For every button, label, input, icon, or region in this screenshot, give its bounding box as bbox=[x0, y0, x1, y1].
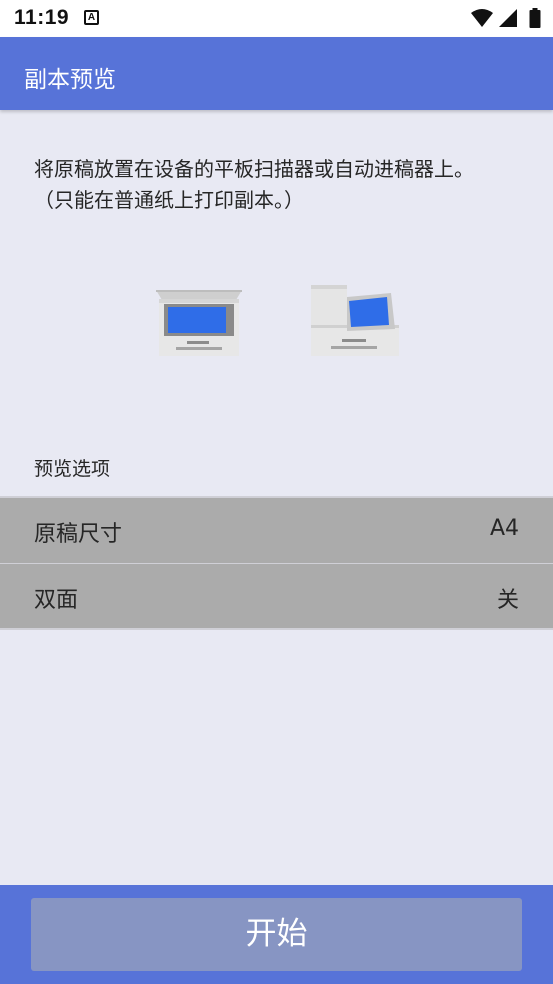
instructions: 将原稿放置在设备的平板扫描器或自动进稿器上。 （只能在普通纸上打印副本。） bbox=[34, 154, 524, 216]
instructions-line-2: （只能在普通纸上打印副本。） bbox=[34, 188, 304, 212]
bottom-bar: 开始 bbox=[0, 885, 553, 984]
divider bbox=[0, 628, 553, 630]
status-bar: 11:19 A bbox=[0, 0, 553, 37]
preview-options-label: 预览选项 bbox=[34, 458, 111, 480]
cellular-signal-icon bbox=[499, 9, 517, 27]
flatbed-scanner-icon bbox=[156, 290, 242, 356]
duplex-value: 关 bbox=[496, 588, 519, 613]
duplex-label: 双面 bbox=[34, 588, 79, 613]
app-bar: 副本预览 bbox=[0, 37, 553, 110]
wifi-icon bbox=[471, 9, 493, 27]
instructions-line-1: 将原稿放置在设备的平板扫描器或自动进稿器上。 bbox=[34, 157, 474, 181]
start-button[interactable]: 开始 bbox=[31, 898, 522, 971]
document-feeder-icon bbox=[311, 285, 399, 356]
page-title: 副本预览 bbox=[24, 67, 116, 93]
original-size-value: A4 bbox=[489, 516, 519, 541]
original-size-row[interactable]: 原稿尺寸 A4 bbox=[0, 498, 553, 563]
notification-icon: A bbox=[84, 10, 99, 25]
status-time: 11:19 bbox=[14, 6, 70, 29]
battery-icon bbox=[529, 8, 541, 28]
original-size-label: 原稿尺寸 bbox=[34, 522, 123, 547]
duplex-row[interactable]: 双面 关 bbox=[0, 564, 553, 629]
